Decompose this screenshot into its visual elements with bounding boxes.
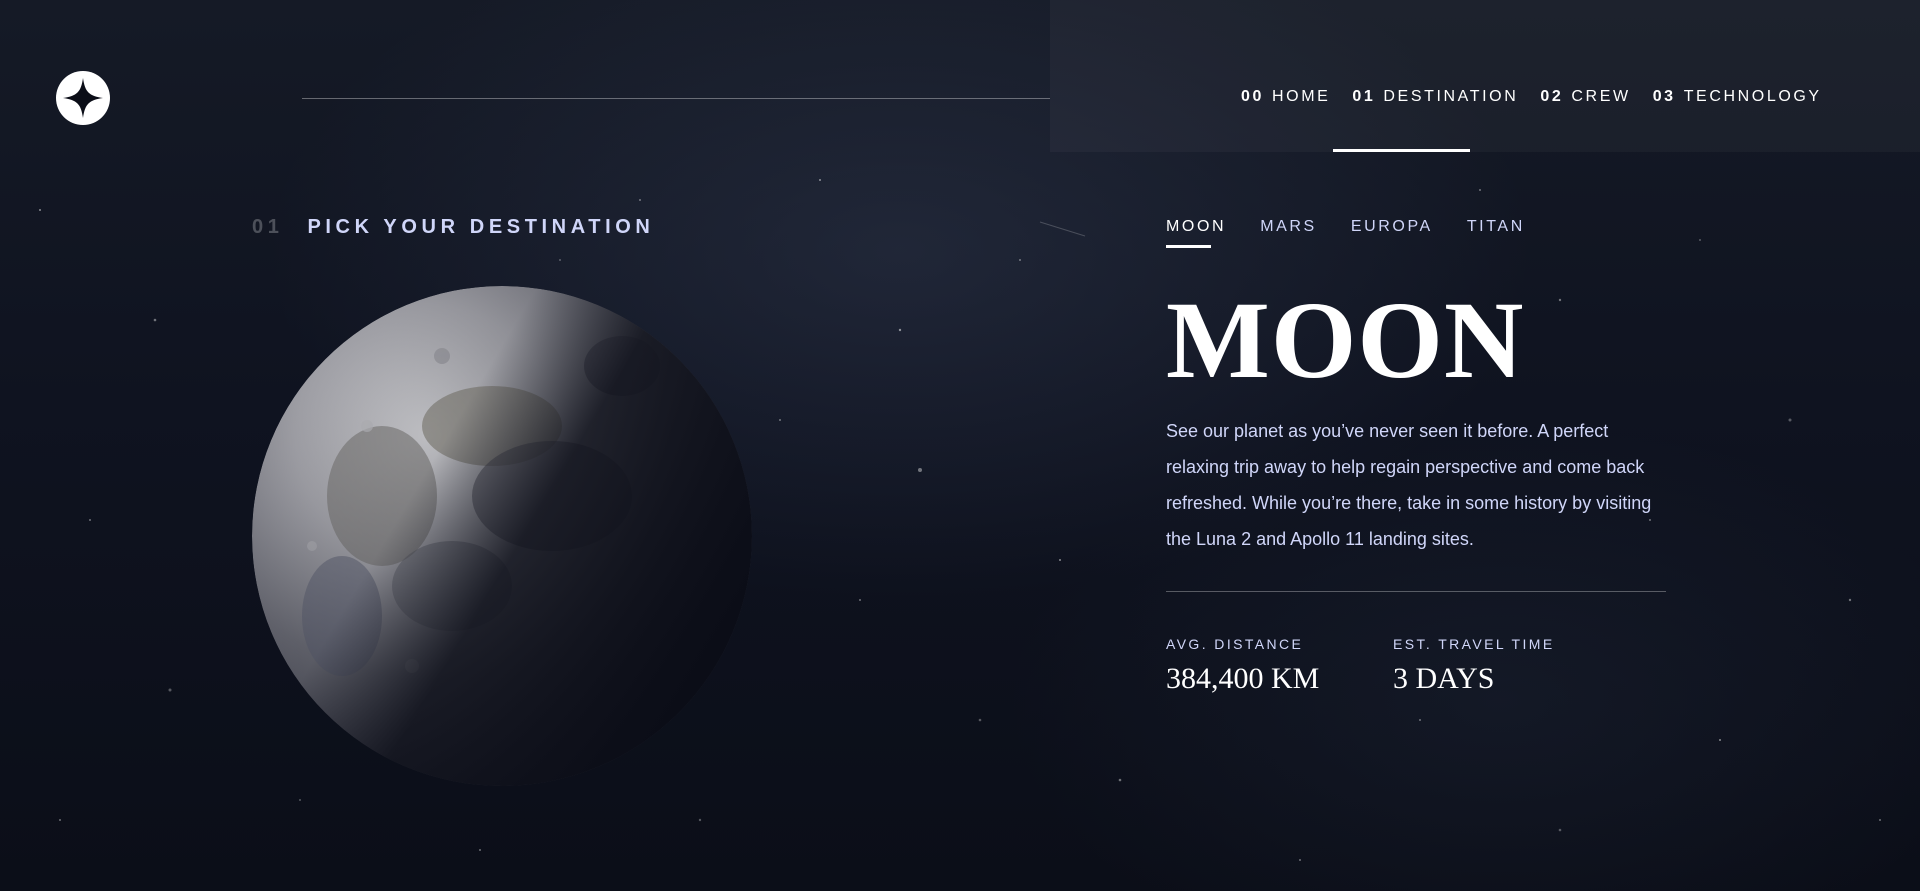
page-heading: 01 PICK YOUR DESTINATION [252, 216, 654, 239]
nav-item-home[interactable]: 00 HOME [1241, 88, 1330, 106]
stat-value: 384,400 KM [1166, 662, 1320, 695]
destination-tabs: MOON MARS EUROPA TITAN [1166, 218, 1559, 248]
stat-label: EST. TRAVEL TIME [1393, 636, 1555, 652]
tab-moon[interactable]: MOON [1166, 218, 1226, 248]
nav-item-destination[interactable]: 01 DESTINATION [1352, 88, 1518, 106]
nav-active-indicator [1333, 149, 1470, 152]
nav-item-number: 03 [1652, 88, 1676, 105]
tab-europa[interactable]: EUROPA [1351, 218, 1433, 248]
stats-divider [1166, 591, 1666, 592]
moon-image [252, 286, 752, 786]
header-divider-line [302, 98, 1050, 99]
destination-page: 00 HOME 01 DESTINATION 02 CREW 03 TECHNO… [0, 0, 1920, 891]
destination-description: See our planet as you’ve never seen it b… [1166, 421, 1652, 549]
stat-distance: AVG. DISTANCE 384,400 KM [1166, 636, 1319, 696]
star-logo-icon[interactable] [56, 71, 110, 125]
page-heading-number: 01 [252, 216, 284, 238]
main-nav: 00 HOME 01 DESTINATION 02 CREW 03 TECHNO… [1241, 88, 1844, 106]
tab-mars[interactable]: MARS [1260, 218, 1317, 248]
nav-item-number: 00 [1241, 88, 1264, 105]
stat-label: AVG. DISTANCE [1166, 636, 1304, 652]
nav-item-label: CREW [1571, 88, 1631, 105]
nav-item-crew[interactable]: 02 CREW [1540, 88, 1630, 106]
nav-item-technology[interactable]: 03 TECHNOLOGY [1653, 88, 1822, 106]
page-heading-text: PICK YOUR DESTINATION [307, 216, 655, 238]
nav-item-label: DESTINATION [1383, 88, 1519, 105]
site-header: 00 HOME 01 DESTINATION 02 CREW 03 TECHNO… [0, 0, 1920, 152]
nav-item-label: HOME [1272, 88, 1331, 105]
nav-item-number: 02 [1540, 88, 1564, 105]
stat-value: 3 DAYS [1393, 662, 1495, 695]
destination-title: MOON [1166, 279, 1525, 401]
nav-item-number: 01 [1352, 88, 1376, 105]
tab-titan[interactable]: TITAN [1467, 218, 1525, 248]
stat-travel-time: EST. TRAVEL TIME 3 DAYS [1393, 636, 1555, 696]
nav-item-label: TECHNOLOGY [1683, 88, 1822, 105]
nav-panel-backdrop [1050, 0, 1920, 152]
